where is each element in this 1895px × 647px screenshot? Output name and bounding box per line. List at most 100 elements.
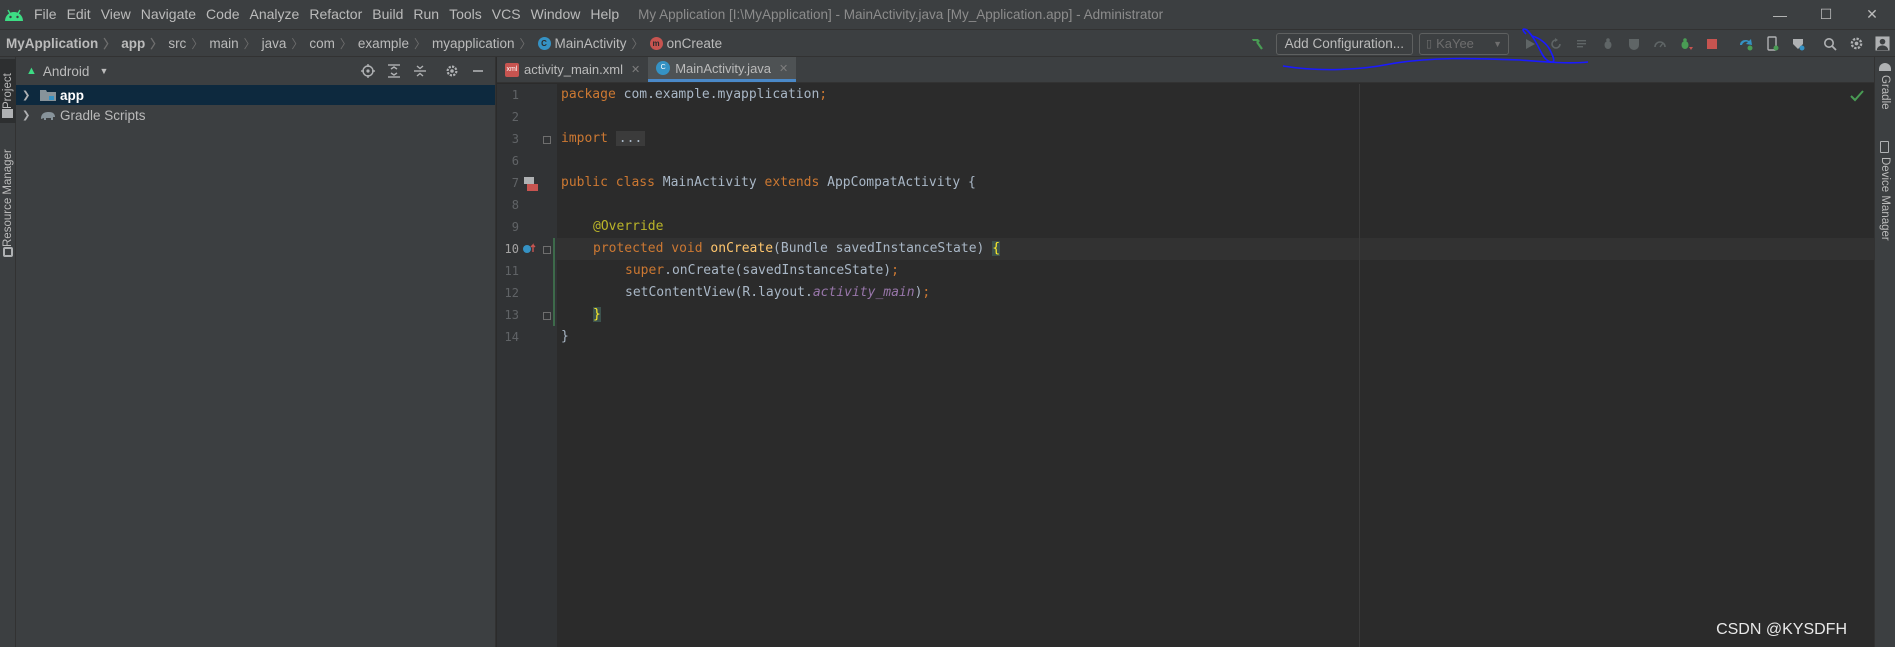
attach-debugger-icon[interactable] bbox=[1673, 31, 1699, 57]
device-manager-tab-icon bbox=[1880, 141, 1889, 153]
breadcrumb-label: example bbox=[357, 35, 409, 51]
search-icon[interactable] bbox=[1817, 31, 1843, 57]
make-project-hammer-icon[interactable] bbox=[1244, 31, 1270, 57]
code-line: import ... bbox=[561, 128, 646, 150]
code-token: } bbox=[561, 329, 569, 344]
folded-imports[interactable]: ... bbox=[615, 131, 646, 146]
code-token: protected bbox=[593, 241, 664, 256]
android-studio-logo-icon bbox=[5, 9, 23, 21]
menu-build[interactable]: Build bbox=[367, 0, 408, 29]
chevron-right-icon: 〉 bbox=[291, 36, 304, 51]
breadcrumb-com[interactable]: com 〉 bbox=[303, 35, 352, 52]
fold-marker-icon[interactable] bbox=[543, 312, 551, 320]
tree-item-app[interactable]: ❯ app bbox=[16, 85, 495, 105]
menu-edit[interactable]: Edit bbox=[62, 0, 96, 29]
device-manager-tool-tab[interactable]: Device Manager bbox=[1877, 157, 1893, 267]
menu-file[interactable]: File bbox=[29, 0, 62, 29]
breadcrumb-main[interactable]: main 〉 bbox=[203, 35, 255, 52]
no-problems-checkmark-icon[interactable] bbox=[1850, 90, 1864, 102]
menu-analyze[interactable]: Analyze bbox=[245, 0, 305, 29]
menu-run[interactable]: Run bbox=[408, 0, 444, 29]
run-icon[interactable] bbox=[1517, 31, 1543, 57]
run-with-coverage-icon[interactable] bbox=[1621, 31, 1647, 57]
breadcrumb-label: main bbox=[209, 35, 239, 51]
code-line: } bbox=[593, 304, 601, 326]
breadcrumb-project[interactable]: MyApplication 〉 bbox=[0, 35, 115, 52]
fold-marker-icon[interactable] bbox=[543, 136, 551, 144]
line-number: 13 bbox=[504, 308, 519, 322]
code-area[interactable]: package com.example.myapplication; impor… bbox=[557, 84, 1874, 647]
sdk-manager-icon[interactable] bbox=[1785, 31, 1811, 57]
account-avatar-icon[interactable] bbox=[1869, 31, 1895, 57]
chevron-right-icon: 〉 bbox=[243, 36, 256, 51]
line-number: 1 bbox=[511, 88, 519, 102]
locate-target-icon[interactable] bbox=[355, 58, 381, 84]
chevron-right-icon: 〉 bbox=[631, 36, 644, 51]
menu-view[interactable]: View bbox=[96, 0, 136, 29]
menu-navigate[interactable]: Navigate bbox=[136, 0, 201, 29]
tab-main-activity-java[interactable]: C MainActivity.java ✕ bbox=[648, 57, 797, 82]
stop-icon[interactable] bbox=[1699, 31, 1725, 57]
resource-manager-tab-label: Resource Manager bbox=[2, 149, 14, 247]
menu-vcs[interactable]: VCS bbox=[487, 0, 526, 29]
hide-panel-icon[interactable] bbox=[465, 58, 491, 84]
project-view-selector[interactable]: ▲ Android ▼ bbox=[26, 64, 108, 79]
chevron-right-icon: ❯ bbox=[22, 89, 31, 101]
resource-manager-tool-tab[interactable]: Resource Manager bbox=[0, 139, 16, 257]
code-line: setContentView(R.layout.activity_main); bbox=[625, 282, 930, 304]
menu-tools[interactable]: Tools bbox=[444, 0, 487, 29]
profile-icon[interactable] bbox=[1647, 31, 1673, 57]
menu-code[interactable]: Code bbox=[201, 0, 244, 29]
maximize-button[interactable]: ☐ bbox=[1803, 0, 1849, 29]
tab-activity-main-xml[interactable]: xml activity_main.xml ✕ bbox=[497, 57, 648, 82]
debug-icon[interactable] bbox=[1595, 31, 1621, 57]
method-icon: m bbox=[649, 36, 663, 50]
close-tab-icon[interactable]: ✕ bbox=[631, 63, 640, 76]
chevron-right-icon: 〉 bbox=[103, 36, 116, 51]
activity-gutter-icon[interactable] bbox=[523, 176, 539, 192]
sync-gradle-icon[interactable] bbox=[1733, 31, 1759, 57]
minimize-button[interactable]: — bbox=[1757, 0, 1803, 29]
line-number: 14 bbox=[504, 330, 519, 344]
close-tab-icon[interactable]: ✕ bbox=[779, 62, 788, 75]
breadcrumb-myapplication[interactable]: myapplication 〉 bbox=[426, 35, 532, 52]
settings-gear-icon[interactable] bbox=[1843, 31, 1869, 57]
collapse-all-icon[interactable] bbox=[407, 58, 433, 84]
fold-marker-icon[interactable] bbox=[543, 246, 551, 254]
project-panel-header: ▲ Android ▼ bbox=[16, 57, 495, 85]
breadcrumb-java[interactable]: java 〉 bbox=[256, 35, 304, 52]
dropdown-arrow-icon: ▼ bbox=[99, 66, 109, 76]
device-manager-icon[interactable] bbox=[1759, 31, 1785, 57]
code-token: ; bbox=[891, 263, 899, 278]
expand-all-icon[interactable] bbox=[381, 58, 407, 84]
apply-changes-restart-icon[interactable] bbox=[1543, 31, 1569, 57]
breadcrumb-class[interactable]: C MainActivity 〉 bbox=[532, 35, 644, 52]
menu-refactor[interactable]: Refactor bbox=[304, 0, 367, 29]
breadcrumb-example[interactable]: example 〉 bbox=[352, 35, 426, 52]
code-token: import bbox=[561, 131, 608, 146]
breadcrumb-method[interactable]: m onCreate bbox=[644, 36, 722, 51]
folder-icon bbox=[2, 109, 13, 118]
close-window-button[interactable]: ✕ bbox=[1849, 0, 1895, 29]
class-icon: C bbox=[537, 36, 551, 50]
breadcrumb-label: MyApplication bbox=[6, 35, 99, 51]
tree-item-gradle-scripts[interactable]: ❯ Gradle Scripts bbox=[16, 105, 495, 125]
menu-window[interactable]: Window bbox=[526, 0, 586, 29]
java-class-icon: C bbox=[656, 61, 671, 75]
tree-item-label: Gradle Scripts bbox=[60, 107, 146, 123]
menu-help[interactable]: Help bbox=[585, 0, 624, 29]
add-configuration-button[interactable]: Add Configuration... bbox=[1275, 32, 1413, 55]
code-token: setContentView(R.layout. bbox=[625, 285, 813, 300]
breadcrumb-src[interactable]: src 〉 bbox=[162, 35, 203, 52]
breadcrumb-module[interactable]: app 〉 bbox=[115, 35, 162, 52]
code-token: extends bbox=[764, 175, 820, 190]
project-view-label: Android bbox=[42, 63, 90, 79]
override-method-icon[interactable] bbox=[522, 242, 538, 256]
breadcrumb-label: java bbox=[261, 35, 287, 51]
breadcrumb-label: myapplication bbox=[431, 35, 515, 51]
apply-code-changes-icon[interactable] bbox=[1569, 31, 1595, 57]
device-selector[interactable]: ▯ KaYee ▼ bbox=[1419, 32, 1509, 55]
xml-file-icon: xml bbox=[505, 62, 519, 77]
gradle-tool-tab[interactable]: Gradle bbox=[1877, 75, 1893, 119]
panel-settings-gear-icon[interactable] bbox=[439, 58, 465, 84]
